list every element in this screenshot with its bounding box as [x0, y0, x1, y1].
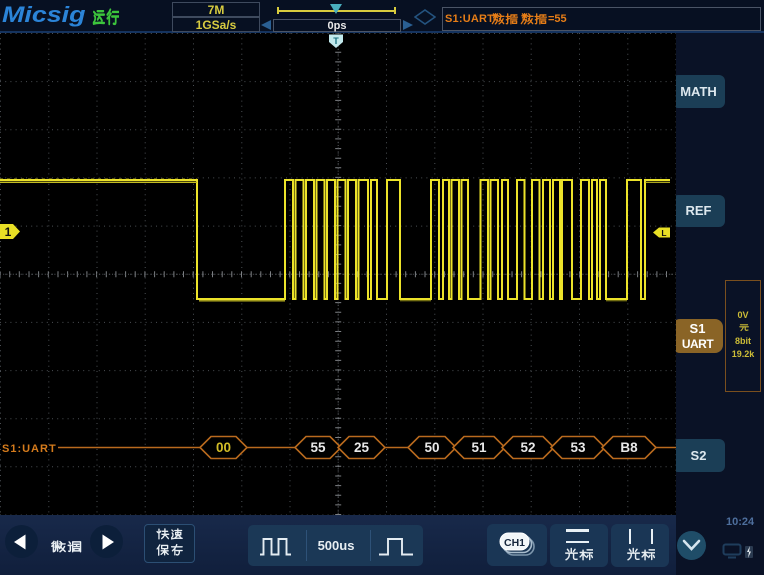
svg-text:53: 53 — [570, 440, 586, 455]
svg-text:L: L — [661, 228, 666, 238]
svg-text:00: 00 — [216, 440, 231, 455]
svg-text:51: 51 — [471, 440, 487, 455]
svg-text:S1:UART: S1:UART — [2, 443, 57, 455]
svg-text:CH1: CH1 — [504, 537, 525, 549]
svg-text:55: 55 — [310, 440, 326, 455]
svg-text:1: 1 — [5, 225, 12, 239]
svg-text:B8: B8 — [620, 440, 638, 455]
svg-text:25: 25 — [354, 440, 370, 455]
svg-text:T: T — [333, 36, 339, 46]
svg-text:50: 50 — [424, 440, 439, 455]
svg-text:52: 52 — [520, 440, 535, 455]
